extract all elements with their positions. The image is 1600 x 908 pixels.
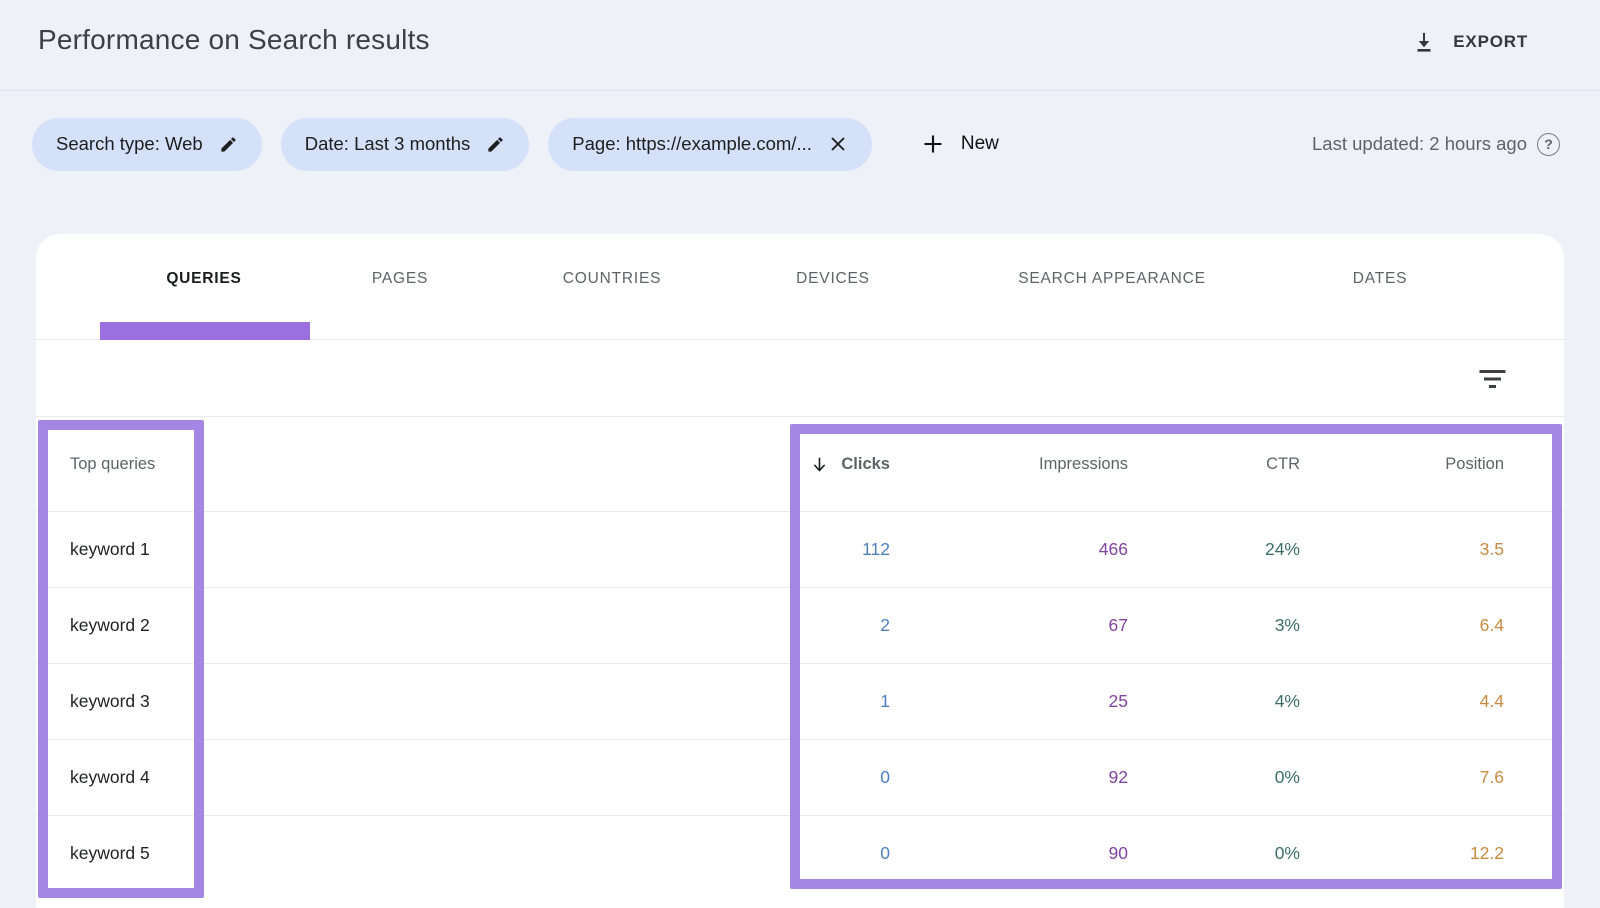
table-row: keyword 1 112 466 24% 3.5: [36, 511, 1564, 587]
download-icon: [1412, 30, 1436, 54]
ctr-value: 24%: [1128, 539, 1300, 560]
impressions-value: 466: [890, 539, 1128, 560]
clicks-value: 0: [596, 843, 890, 864]
table-row: keyword 3 1 25 4% 4.4: [36, 663, 1564, 739]
export-label: EXPORT: [1453, 32, 1528, 52]
table-row: keyword 4 0 92 0% 7.6: [36, 739, 1564, 815]
chip-search-type[interactable]: Search type: Web: [32, 118, 262, 171]
plus-icon: [921, 132, 945, 156]
new-filter-button[interactable]: New: [921, 132, 999, 156]
position-value: 7.6: [1300, 767, 1504, 788]
clicks-value: 2: [596, 615, 890, 636]
position-value: 6.4: [1300, 615, 1504, 636]
filter-funnel-icon[interactable]: [1476, 363, 1508, 395]
tab-pages[interactable]: PAGES: [372, 270, 428, 288]
table-header-row: Top queries Clicks Impressions CTR Posit…: [36, 417, 1564, 511]
arrow-down-icon: [810, 455, 829, 474]
chip-search-type-label: Search type: Web: [56, 133, 203, 155]
app-header: Performance on Search results EXPORT: [0, 0, 1600, 90]
active-tab-underline: [100, 322, 310, 340]
query-cell[interactable]: keyword 2: [36, 615, 596, 636]
tab-search-appearance[interactable]: SEARCH APPEARANCE: [1018, 270, 1206, 288]
clicks-value: 0: [596, 767, 890, 788]
help-circle-icon[interactable]: ?: [1537, 133, 1560, 156]
ctr-value: 4%: [1128, 691, 1300, 712]
column-header-position[interactable]: Position: [1300, 455, 1504, 474]
page-title: Performance on Search results: [38, 24, 430, 56]
tab-countries[interactable]: COUNTRIES: [563, 270, 661, 288]
query-cell[interactable]: keyword 1: [36, 539, 596, 560]
impressions-value: 92: [890, 767, 1128, 788]
header-divider: [0, 90, 1600, 91]
ctr-value: 0%: [1128, 843, 1300, 864]
filter-bar: Search type: Web Date: Last 3 months Pag…: [32, 117, 999, 171]
column-header-ctr[interactable]: CTR: [1128, 455, 1300, 474]
chip-date-range[interactable]: Date: Last 3 months: [281, 118, 530, 171]
tab-devices[interactable]: DEVICES: [796, 270, 870, 288]
column-header-top-queries[interactable]: Top queries: [36, 455, 596, 474]
chip-date-range-label: Date: Last 3 months: [305, 133, 471, 155]
clicks-value: 112: [596, 539, 890, 560]
tab-dates[interactable]: DATES: [1353, 270, 1408, 288]
position-value: 3.5: [1300, 539, 1504, 560]
chip-page-filter-label: Page: https://example.com/...: [572, 133, 812, 155]
report-card: QUERIES PAGES COUNTRIES DEVICES SEARCH A…: [36, 234, 1564, 908]
last-updated-text: Last updated: 2 hours ago: [1312, 133, 1527, 155]
ctr-value: 0%: [1128, 767, 1300, 788]
queries-table: Top queries Clicks Impressions CTR Posit…: [36, 417, 1564, 891]
column-header-clicks[interactable]: Clicks: [596, 455, 890, 474]
query-cell[interactable]: keyword 5: [36, 843, 596, 864]
table-toolbar: [36, 341, 1564, 417]
close-x-icon[interactable]: [828, 134, 848, 154]
impressions-value: 25: [890, 691, 1128, 712]
table-row: keyword 2 2 67 3% 6.4: [36, 587, 1564, 663]
edit-pencil-icon[interactable]: [486, 135, 505, 154]
impressions-value: 90: [890, 843, 1128, 864]
column-header-impressions[interactable]: Impressions: [890, 455, 1128, 474]
new-filter-label: New: [961, 133, 999, 155]
edit-pencil-icon[interactable]: [219, 135, 238, 154]
impressions-value: 67: [890, 615, 1128, 636]
tab-bar: QUERIES PAGES COUNTRIES DEVICES SEARCH A…: [36, 234, 1564, 340]
export-button[interactable]: EXPORT: [1412, 22, 1528, 62]
ctr-value: 3%: [1128, 615, 1300, 636]
position-value: 4.4: [1300, 691, 1504, 712]
tab-queries[interactable]: QUERIES: [166, 270, 241, 288]
clicks-value: 1: [596, 691, 890, 712]
position-value: 12.2: [1300, 843, 1504, 864]
chip-page-filter[interactable]: Page: https://example.com/...: [548, 118, 872, 171]
table-row: keyword 5 0 90 0% 12.2: [36, 815, 1564, 891]
last-updated: Last updated: 2 hours ago ?: [1312, 117, 1560, 171]
query-cell[interactable]: keyword 3: [36, 691, 596, 712]
query-cell[interactable]: keyword 4: [36, 767, 596, 788]
